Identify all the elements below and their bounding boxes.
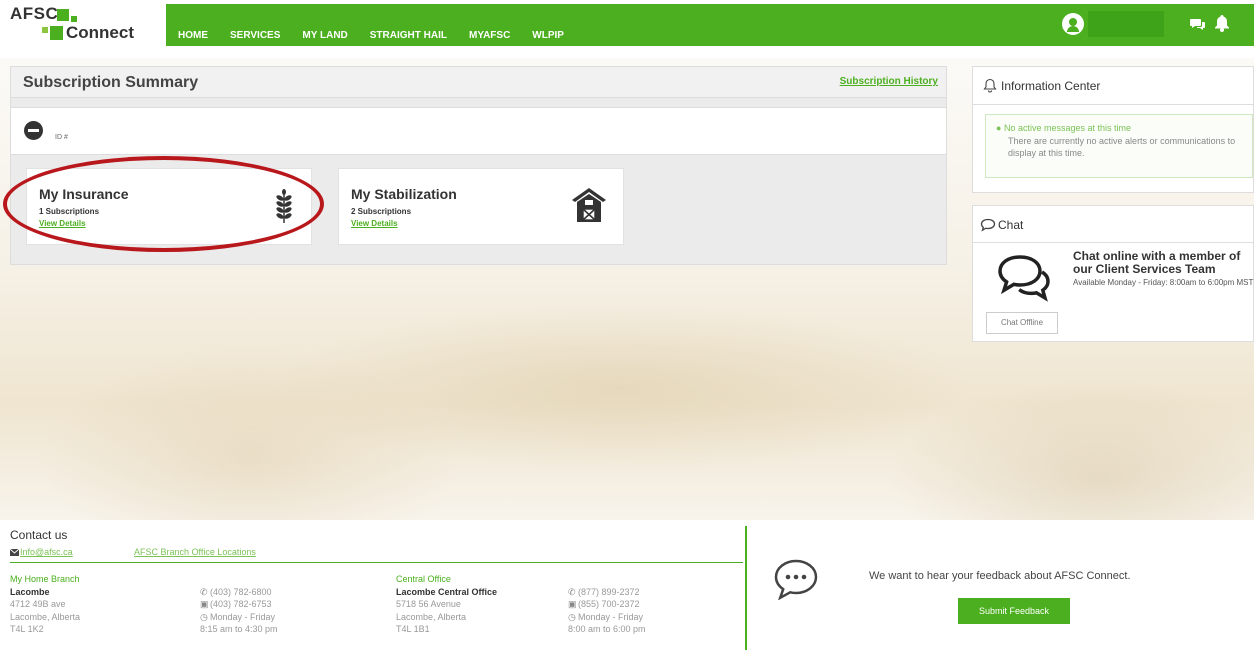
central-office-postal: T4L 1B1 (396, 624, 430, 634)
barn-icon (572, 188, 606, 222)
information-center-header: Information Center (973, 67, 1253, 105)
account-id-label: ID # (55, 134, 68, 141)
contact-us-title: Contact us (10, 528, 68, 542)
phone-icon: ✆ (568, 586, 576, 597)
home-branch-postal: T4L 1K2 (10, 624, 44, 634)
central-office-address: Central Office Lacombe Central Office 57… (396, 573, 497, 636)
subscription-title: Subscription Summary (23, 74, 199, 91)
stabilization-card-title: My Stabilization (351, 186, 457, 202)
insurance-view-details-link[interactable]: View Details (39, 219, 86, 228)
home-branch-address: My Home Branch Lacombe 4712 49B ave Laco… (10, 573, 80, 636)
subscription-header: Subscription Summary Subscription Histor… (11, 67, 946, 98)
logo-square (71, 16, 77, 22)
chat-icon (980, 218, 996, 232)
bell-outline-icon (983, 78, 997, 93)
email-link[interactable]: Info@afsc.ca (20, 547, 73, 557)
chat-promo-text: Chat online with a member of our Client … (1073, 249, 1241, 276)
nav-home[interactable]: HOME (178, 30, 208, 41)
user-icon[interactable] (1062, 13, 1084, 35)
central-office-address1: 5718 56 Avenue (396, 599, 461, 609)
bell-icon[interactable] (1214, 14, 1230, 32)
home-branch-address1: 4712 49B ave (10, 599, 66, 609)
footer-vertical-divider (745, 526, 747, 650)
chat-title: Chat (998, 218, 1024, 232)
chat-bubbles-icon[interactable] (1190, 16, 1206, 32)
chat-panel: Chat Chat online with a member of our Cl… (972, 205, 1254, 342)
chat-bubbles-large-icon (998, 255, 1050, 302)
user-name-redacted[interactable] (1088, 11, 1164, 37)
insurance-card[interactable]: My Insurance 1 Subscriptions View Detail… (26, 168, 312, 245)
home-branch-address2: Lacombe, Alberta (10, 611, 81, 622)
account-row: ID # (11, 107, 946, 155)
fax-icon: ▣ (568, 599, 577, 609)
home-branch-contact: ✆ (403) 782-6800 ▣(403) 782-6753 ◷ Monday … (200, 573, 278, 636)
info-message-title-text: No active messages at this time (1003, 123, 1131, 133)
afsc-connect-logo[interactable]: AFSC Connect (10, 4, 160, 46)
feedback-speech-icon (774, 559, 818, 600)
subscription-history-link[interactable]: Subscription History (840, 76, 938, 87)
home-branch-phone: (403) 782-6800 (210, 586, 272, 597)
branch-locations-link[interactable]: AFSC Branch Office Locations (134, 547, 256, 557)
collapse-minus-icon[interactable] (24, 121, 43, 140)
phone-icon: ✆ (200, 586, 208, 597)
logo-square (42, 27, 48, 33)
clock-icon: ◷ (568, 611, 576, 622)
nav-straight-hail[interactable]: STRAIGHT HAIL (370, 30, 447, 41)
home-branch-days: Monday - Friday (210, 611, 276, 622)
home-branch-hours: 8:15 am to 4:30 pm (200, 624, 278, 634)
main-nav: HOME SERVICES MY LAND STRAIGHT HAIL MYAF… (166, 4, 1254, 46)
footer-divider (10, 562, 743, 563)
feedback-prompt-text: We want to hear your feedback about AFSC… (869, 570, 1131, 582)
central-office-days: Monday - Friday (578, 611, 644, 622)
info-message-title: ● No active messages at this time (996, 123, 1131, 133)
submit-feedback-button[interactable]: Submit Feedback (958, 598, 1070, 624)
chat-offline-button[interactable]: Chat Offline (986, 312, 1058, 334)
fax-icon: ▣ (200, 599, 209, 609)
stabilization-subscription-count: 2 Subscriptions (351, 207, 412, 216)
central-office-address2: Lacombe, Alberta (396, 611, 467, 622)
central-office-phone: (877) 899-2372 (578, 586, 640, 597)
nav-myafsc[interactable]: MYAFSC (469, 30, 510, 41)
nav-services[interactable]: SERVICES (230, 30, 280, 41)
insurance-card-title: My Insurance (39, 186, 129, 202)
stabilization-view-details-link[interactable]: View Details (351, 219, 398, 228)
logo-square (57, 9, 69, 21)
envelope-icon (10, 549, 19, 556)
central-office-hours: 8:00 am to 6:00 pm (568, 624, 646, 634)
central-office-heading: Central Office (396, 574, 451, 584)
central-office-contact: ✆ (877) 899-2372 ▣(855) 700-2372 ◷ Monday … (568, 573, 646, 636)
central-office-name: Lacombe Central Office (396, 586, 498, 597)
footer: Contact us Info@afsc.ca AFSC Branch Offi… (0, 520, 1254, 650)
nav-items: HOME SERVICES MY LAND STRAIGHT HAIL MYAF… (178, 30, 586, 41)
insurance-subscription-count: 1 Subscriptions (39, 207, 100, 216)
nav-my-land[interactable]: MY LAND (302, 30, 347, 41)
home-branch-name: Lacombe (10, 586, 50, 597)
information-center-title: Information Center (1001, 79, 1101, 93)
home-branch-heading: My Home Branch (10, 574, 80, 584)
wheat-icon (276, 189, 292, 223)
logo-square (50, 26, 63, 40)
logo-text-connect: Connect (66, 23, 134, 42)
nav-wlpip[interactable]: WLPIP (532, 30, 564, 41)
subscription-summary-panel: Subscription Summary Subscription Histor… (10, 66, 947, 265)
chat-header: Chat (973, 206, 1253, 243)
stabilization-card[interactable]: My Stabilization 2 Subscriptions View De… (338, 168, 624, 245)
central-office-fax: (855) 700-2372 (578, 599, 640, 609)
logo-text-afsc: AFSC (10, 4, 59, 23)
info-message-box: ● No active messages at this time There … (985, 114, 1253, 178)
home-branch-fax: (403) 782-6753 (210, 599, 272, 609)
clock-icon: ◷ (200, 611, 208, 622)
information-center-panel: Information Center ● No active messages … (972, 66, 1254, 193)
chat-hours-text: Available Monday - Friday: 8:00am to 6:0… (1073, 278, 1254, 287)
info-message-body: There are currently no active alerts or … (1008, 136, 1236, 158)
top-bar: AFSC Connect HOME SERVICES MY LAND STRAI… (0, 0, 1254, 48)
